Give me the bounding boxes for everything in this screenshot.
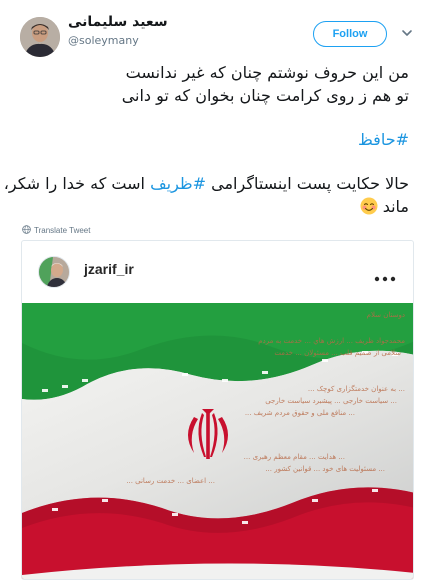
author-avatar[interactable] — [20, 17, 60, 57]
tweet-text-line-2: تو هم ز روی کرامت چنان بخوان که تو دانی — [121, 86, 409, 105]
tweet-text-segment: است که خدا را شکر، — [3, 174, 151, 193]
overlay-text-line: دوستان سلام — [366, 311, 405, 319]
tweet-text-line-3: حالا حکایت پست اینستاگرامی #ظریف است که … — [4, 174, 409, 193]
overlay-text-line: ... منافع ملی و حقوق مردم شریف ... — [244, 409, 355, 417]
overlay-text-line: محمدجواد ظریف ... ارزش هاي ... خدمت به م… — [258, 337, 405, 345]
tweet: سعید سلیمانی @soleymany Follow من این حر… — [0, 0, 435, 583]
overlay-text-line: ... به عنوان خدمتگزاری کوچک ... — [307, 385, 405, 393]
chevron-down-icon[interactable] — [400, 25, 414, 39]
tweet-text-segment: حالا حکایت پست اینستاگرامی — [206, 174, 409, 193]
author-handle[interactable]: @soleymany — [68, 34, 139, 47]
more-options-icon[interactable] — [374, 267, 396, 282]
tweet-text-line-1: من این حروف نوشتم چنان که غیر ندانست — [125, 63, 409, 82]
smiling-face-emoji-icon — [360, 197, 378, 215]
translate-tweet-link[interactable]: Translate Tweet — [22, 225, 90, 235]
instagram-username[interactable]: jzarif_ir — [84, 261, 134, 277]
instagram-embed-card[interactable]: jzarif_ir دوستان سلام محمدجواد ظریف ... … — [21, 240, 414, 580]
author-display-name[interactable]: سعید سلیمانی — [68, 14, 168, 30]
tweet-text-line-4: ماند — [357, 197, 409, 216]
instagram-avatar[interactable] — [38, 256, 70, 288]
overlay-text-line: ... مسئولیت های خود ... قوانین کشور ... — [265, 465, 385, 473]
tweet-text-segment: ماند — [382, 197, 409, 216]
instagram-post-image[interactable]: دوستان سلام محمدجواد ظریف ... ارزش هاي .… — [22, 303, 413, 579]
hashtag-link-zarif[interactable]: #ظریف — [150, 174, 206, 193]
overlay-text-line: سلامی از صمیم قلب ... مسئولان ... خدمت — [274, 349, 401, 357]
globe-icon — [22, 225, 31, 234]
overlay-text-line: ... هدایت ... مقام معظم رهبری ... — [243, 453, 345, 461]
overlay-text-line: ... اعضای ... خدمت رسانی ... — [126, 477, 215, 485]
translate-tweet-label: Translate Tweet — [34, 226, 91, 235]
hashtag-link-hafez[interactable]: #حافظ — [358, 130, 409, 149]
follow-button[interactable]: Follow — [313, 21, 387, 47]
overlay-text-line: ... سیاست خارجی ... پیشبرد سیاست خارجی — [265, 397, 397, 405]
